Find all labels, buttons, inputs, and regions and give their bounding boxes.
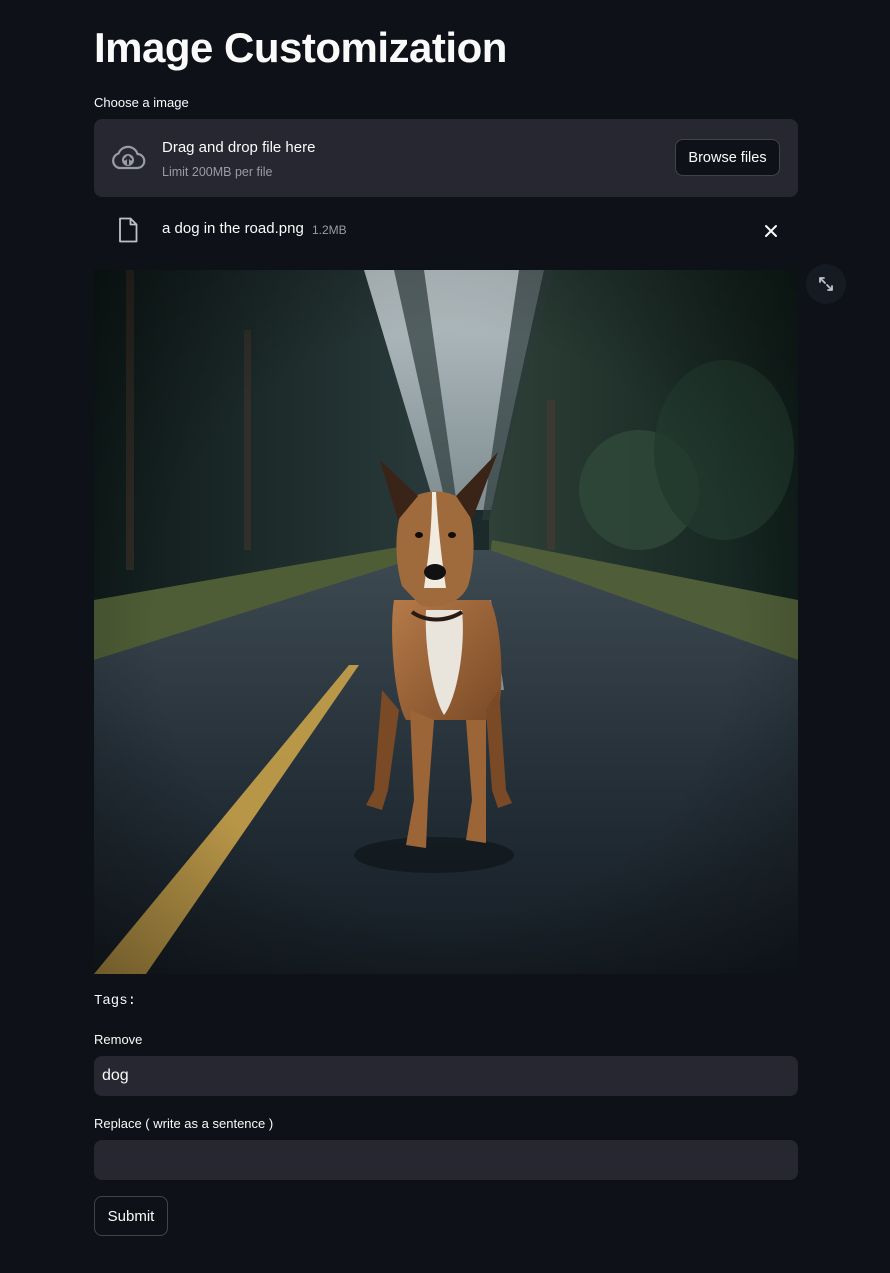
close-icon[interactable] <box>760 220 782 242</box>
uploader-label: Choose a image <box>94 95 189 110</box>
submit-button[interactable]: Submit <box>94 1196 168 1236</box>
dropzone-limit: Limit 200MB per file <box>162 165 273 179</box>
remove-label: Remove <box>94 1032 143 1047</box>
fullscreen-button[interactable] <box>806 264 846 304</box>
uploaded-file-name: a dog in the road.png <box>162 220 304 237</box>
uploaded-image <box>94 270 798 974</box>
file-icon <box>119 217 138 243</box>
uploaded-file-size: 1.2MB <box>312 223 347 237</box>
dropzone-instructions: Drag and drop file here <box>162 139 316 156</box>
browse-files-button[interactable]: Browse files <box>675 139 780 176</box>
page-title: Image Customization <box>94 24 507 71</box>
cloud-upload-icon <box>112 145 146 170</box>
replace-label: Replace ( write as a sentence ) <box>94 1116 274 1131</box>
remove-input[interactable] <box>94 1056 798 1096</box>
dog-on-road-image <box>94 270 798 974</box>
replace-input[interactable] <box>94 1140 798 1180</box>
fullscreen-icon <box>819 277 833 291</box>
tags-text: Tags: <box>94 993 137 1009</box>
file-dropzone[interactable]: Drag and drop file here Limit 200MB per … <box>94 119 798 197</box>
uploaded-file-row: a dog in the road.png 1.2MB <box>94 210 798 250</box>
app-main: Image Customization Choose a image Drag … <box>0 0 890 1273</box>
